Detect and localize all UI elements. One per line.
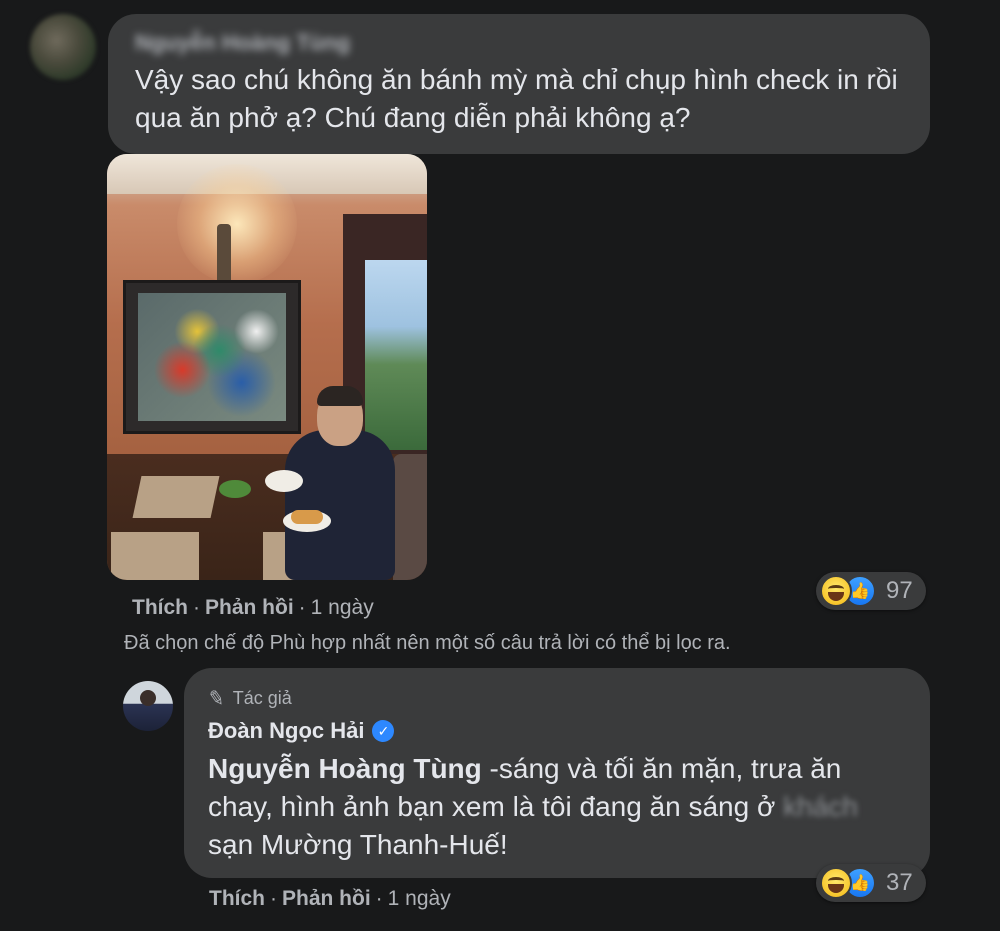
- reply-timestamp[interactable]: 1 ngày: [388, 887, 451, 910]
- reaction-count: 37: [886, 869, 913, 896]
- reply-button[interactable]: Phản hồi: [282, 887, 371, 910]
- reaction-summary[interactable]: 👍 97: [816, 572, 926, 610]
- reply-author-name[interactable]: Đoàn Ngọc Hải: [208, 718, 364, 744]
- reaction-summary[interactable]: 👍 37: [816, 864, 926, 902]
- avatar-head: [140, 690, 156, 706]
- reply-text: Nguyễn Hoàng Tùng -sáng và tối ăn mặn, t…: [208, 750, 908, 864]
- photo-herbs: [219, 480, 251, 498]
- comment-actions: Thích · Phản hồi · 1 ngày: [132, 596, 374, 620]
- reply-author: Đoàn Ngọc Hải ✓: [208, 718, 395, 744]
- photo-lamp-glow: [177, 164, 297, 284]
- separator: ·: [270, 887, 277, 910]
- separator: ·: [375, 887, 383, 910]
- reply-button[interactable]: Phản hồi: [205, 596, 294, 619]
- author-badge: ✎ Tác giả: [206, 686, 292, 712]
- author-avatar[interactable]: [123, 681, 173, 731]
- photo-placemat: [111, 532, 199, 580]
- comment-timestamp[interactable]: 1 ngày: [311, 596, 374, 619]
- filter-notice: Đã chọn chế độ Phù hợp nhất nên một số c…: [124, 632, 731, 654]
- reply-bubble: ✎ Tác giả Đoàn Ngọc Hải ✓ Nguyễn Hoàng T…: [184, 668, 930, 878]
- photo-painting: [138, 293, 286, 421]
- pencil-icon: ✎: [206, 686, 227, 712]
- like-button[interactable]: Thích: [209, 887, 265, 910]
- blurred-text: khách: [783, 791, 858, 822]
- reaction-count: 97: [886, 577, 913, 604]
- photo-wall-lamp: [217, 224, 231, 284]
- reply-text-part: sạn Mường Thanh-Huế!: [208, 829, 508, 860]
- reply-actions: Thích · Phản hồi · 1 ngày: [209, 887, 451, 911]
- comment-attached-photo[interactable]: [107, 154, 427, 580]
- photo-painting-frame: [123, 280, 301, 434]
- photo-person-body: [285, 430, 395, 580]
- comment-author-name[interactable]: Nguyễn Hoàng Tùng: [135, 30, 350, 56]
- photo-banh-mi: [291, 510, 323, 524]
- separator: ·: [193, 596, 200, 619]
- photo-person-hair: [317, 386, 363, 406]
- haha-icon: [820, 867, 852, 899]
- photo-chair: [393, 454, 427, 580]
- haha-icon: [820, 575, 852, 607]
- comment-text: Vậy sao chú không ăn bánh mỳ mà chỉ chụp…: [135, 64, 898, 133]
- separator: ·: [298, 596, 306, 619]
- commenter-avatar[interactable]: [30, 14, 96, 80]
- mention-link[interactable]: Nguyễn Hoàng Tùng: [208, 753, 482, 784]
- photo-window: [365, 260, 427, 450]
- photo-placemat: [132, 476, 220, 518]
- like-button[interactable]: Thích: [132, 596, 188, 619]
- author-badge-label: Tác giả: [232, 688, 292, 708]
- verified-badge-icon: ✓: [372, 720, 395, 742]
- comment-bubble: Nguyễn Hoàng Tùng Vậy sao chú không ăn b…: [108, 14, 930, 154]
- photo-pho-bowl: [265, 470, 303, 492]
